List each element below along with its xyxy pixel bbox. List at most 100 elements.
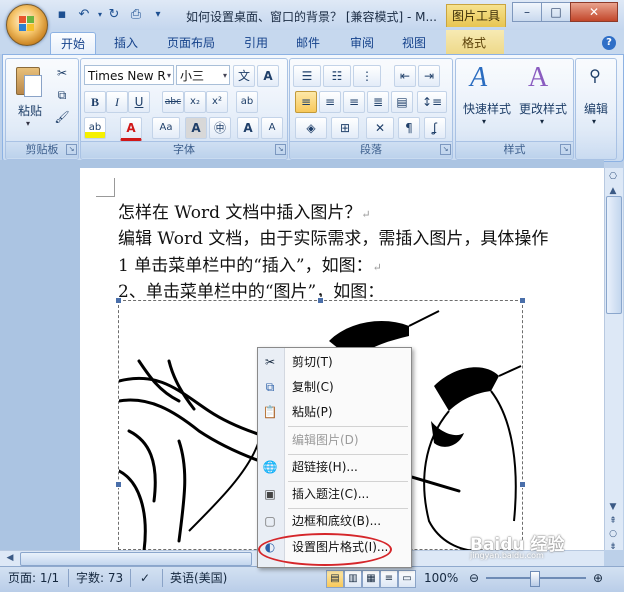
decrease-indent-icon[interactable]: ⇤ — [394, 65, 416, 87]
italic-button[interactable]: I — [106, 91, 128, 113]
sort-icon[interactable]: ✕ — [366, 117, 394, 139]
phonetic-guide-icon[interactable]: 文 — [233, 65, 255, 87]
font-launcher-icon[interactable]: ↘ — [275, 144, 286, 155]
font-color-button[interactable]: A — [120, 117, 142, 141]
customize-qat-icon[interactable]: ▾ — [150, 7, 166, 23]
justify-icon[interactable]: ≣ — [367, 91, 389, 113]
menu-item-hyperlink[interactable]: 🌐 超链接(H)... — [258, 455, 411, 479]
zoom-in-icon[interactable]: ⊕ — [590, 569, 606, 587]
subscript-button[interactable]: x₂ — [184, 91, 206, 113]
paste-icon[interactable] — [12, 63, 46, 97]
resize-handle-n[interactable] — [317, 297, 324, 304]
change-styles-button[interactable]: 更改样式 — [514, 99, 572, 118]
scroll-left-icon[interactable]: ◀ — [2, 551, 18, 565]
vertical-scroll-thumb[interactable] — [606, 196, 622, 314]
resize-handle-w[interactable] — [115, 481, 122, 488]
multilevel-list-icon[interactable]: ⋮ — [353, 65, 381, 87]
tab-mailings[interactable]: 邮件 — [286, 32, 330, 54]
character-shading-icon[interactable]: A — [185, 117, 207, 139]
zoom-slider-thumb[interactable] — [530, 571, 540, 587]
quick-styles-icon[interactable]: A — [470, 63, 500, 93]
font-size-combo[interactable]: 小三 ▾ — [176, 65, 230, 85]
align-center-icon[interactable]: ≡ — [319, 91, 341, 113]
tab-view[interactable]: 视图 — [392, 32, 436, 54]
binoculars-icon[interactable]: ⚲ — [582, 65, 608, 87]
full-screen-reading-icon[interactable]: ▥ — [344, 570, 362, 588]
align-right-icon[interactable]: ≡ — [343, 91, 365, 113]
tab-insert[interactable]: 插入 — [104, 32, 148, 54]
paste-dropdown-icon[interactable]: ▾ — [26, 119, 30, 128]
select-browse-object-icon[interactable]: ○ — [605, 527, 621, 541]
draft-view-icon[interactable]: ▭ — [398, 570, 416, 588]
proofing-icon[interactable]: ✓ — [140, 569, 150, 587]
doc-line-1[interactable]: 怎样在 Word 文档中插入图片？↵ — [118, 198, 371, 223]
zoom-level[interactable]: 100% — [424, 569, 458, 587]
horizontal-scroll-thumb[interactable] — [20, 552, 252, 566]
resize-handle-ne[interactable] — [519, 297, 526, 304]
editing-dropdown-icon[interactable]: ▾ — [592, 117, 596, 126]
numbering-icon[interactable]: ☷ — [323, 65, 351, 87]
distributed-icon[interactable]: ▤ — [391, 91, 413, 113]
increase-indent-icon[interactable]: ⇥ — [418, 65, 440, 87]
paste-button[interactable]: 粘贴 — [10, 101, 50, 120]
menu-item-cut[interactable]: ✂ 剪切(T) — [258, 350, 411, 374]
enclose-characters-icon[interactable]: ㊥ — [209, 117, 231, 139]
bold-button[interactable]: B — [84, 91, 106, 113]
undo-icon[interactable]: ↶ — [76, 7, 92, 23]
tab-home[interactable]: 开始 — [50, 32, 96, 55]
quick-styles-button[interactable]: 快速样式 — [458, 99, 516, 118]
next-page-icon[interactable]: ⇟ — [605, 540, 621, 554]
change-styles-dropdown-icon[interactable]: ▾ — [540, 117, 544, 126]
text-direction-icon[interactable]: ʆ — [424, 117, 446, 139]
font-name-combo[interactable]: Times New R ▾ — [84, 65, 174, 85]
doc-line-2[interactable]: 编辑 Word 文档，由于实际需求，需插入图片，具体操作 — [118, 224, 548, 249]
bullets-icon[interactable]: ☰ — [293, 65, 321, 87]
page-count[interactable]: 页面: 1/1 — [8, 569, 59, 587]
web-layout-icon[interactable]: ▦ — [362, 570, 380, 588]
office-button[interactable] — [6, 4, 48, 46]
clear-formatting-icon[interactable]: ab — [236, 91, 258, 113]
previous-page-icon[interactable]: ⇞ — [605, 514, 621, 528]
minimize-button[interactable]: – — [512, 2, 542, 22]
align-left-icon[interactable]: ≡ — [295, 91, 317, 113]
redo-icon[interactable]: ↻ — [106, 7, 122, 23]
menu-item-edit-picture[interactable]: 编辑图片(D) — [258, 428, 411, 452]
close-button[interactable]: ✕ — [570, 2, 618, 22]
character-border-icon[interactable]: A — [257, 65, 279, 87]
menu-item-paste[interactable]: 📋 粘贴(P) — [258, 400, 411, 424]
help-icon[interactable]: ? — [602, 36, 616, 50]
copy-icon[interactable]: ⧉ — [52, 85, 72, 105]
resize-handle-e[interactable] — [519, 481, 526, 488]
tab-review[interactable]: 审阅 — [340, 32, 384, 54]
format-painter-icon[interactable]: 🖌 — [52, 107, 72, 127]
tab-references[interactable]: 引用 — [234, 32, 278, 54]
grow-font-button[interactable]: A — [237, 117, 259, 139]
quick-styles-dropdown-icon[interactable]: ▾ — [482, 117, 486, 126]
clipboard-launcher-icon[interactable]: ↘ — [66, 144, 77, 155]
change-styles-icon[interactable]: A — [528, 63, 558, 93]
show-marks-icon[interactable]: ¶ — [398, 117, 420, 139]
menu-item-insert-caption[interactable]: ▣ 插入题注(C)... — [258, 482, 411, 506]
superscript-button[interactable]: x² — [206, 91, 228, 113]
line-spacing-icon[interactable]: ↕≡ — [417, 91, 447, 113]
maximize-button[interactable]: □ — [541, 2, 571, 22]
tab-page-layout[interactable]: 页面布局 — [160, 32, 222, 54]
tab-format[interactable]: 格式 — [452, 32, 496, 54]
cut-icon[interactable]: ✂ — [52, 63, 72, 83]
styles-launcher-icon[interactable]: ↘ — [560, 144, 571, 155]
menu-item-copy[interactable]: ⧉ 复制(C) — [258, 375, 411, 399]
change-case-button[interactable]: Aa — [152, 117, 180, 139]
outline-view-icon[interactable]: ≡ — [380, 570, 398, 588]
borders-icon[interactable]: ⊞ — [331, 117, 359, 139]
zoom-out-icon[interactable]: ⊖ — [466, 569, 482, 587]
doc-line-3[interactable]: 1 单击菜单栏中的“插入”，如图：↵ — [118, 251, 382, 276]
editing-button[interactable]: 编辑 — [576, 99, 616, 118]
underline-button[interactable]: U — [128, 91, 150, 113]
word-count[interactable]: 字数: 73 — [76, 569, 123, 587]
resize-handle-nw[interactable] — [115, 297, 122, 304]
text-highlight-button[interactable]: ab — [84, 117, 106, 139]
doc-line-4[interactable]: 2、单击菜单栏中的“图片”，如图： — [118, 277, 384, 302]
scroll-down-icon[interactable]: ▼ — [605, 500, 621, 514]
print-layout-view-icon[interactable]: ▤ — [326, 570, 344, 588]
paragraph-launcher-icon[interactable]: ↘ — [440, 144, 451, 155]
